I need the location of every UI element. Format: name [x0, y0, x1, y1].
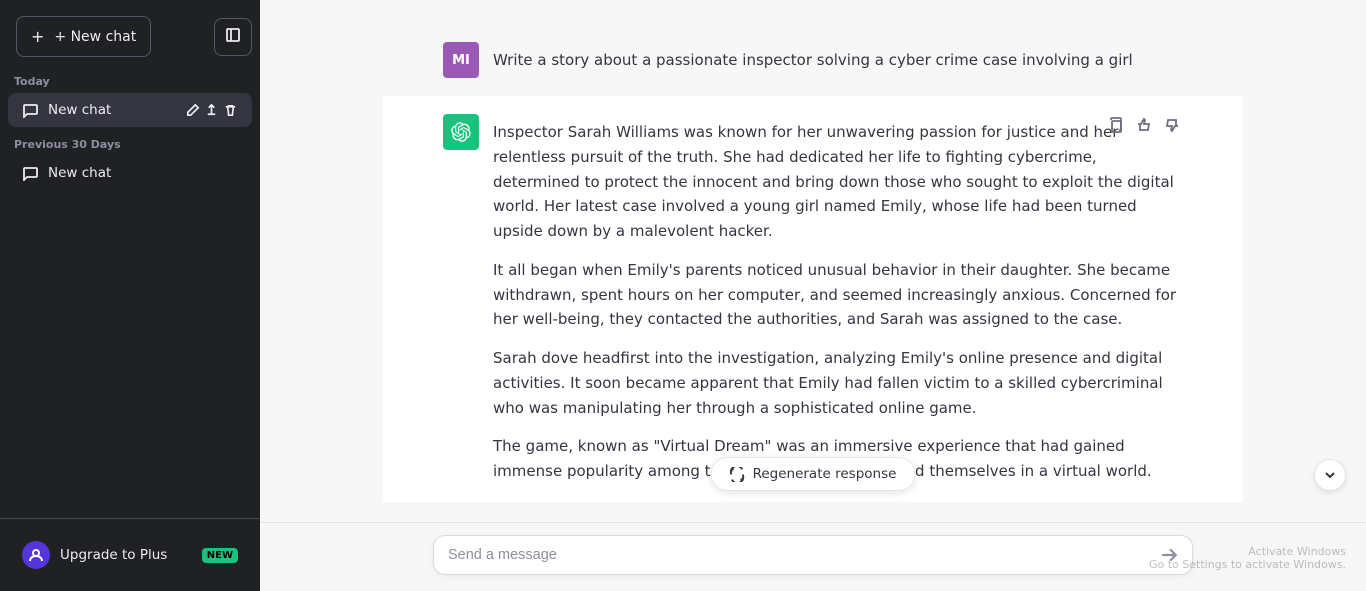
today-chat-label: New chat [48, 102, 175, 118]
new-chat-top-label: + New chat [54, 29, 136, 45]
regenerate-response-bubble[interactable]: Regenerate response [711, 457, 916, 491]
upgrade-label: Upgrade to Plus [60, 547, 167, 563]
sidebar-item-today-chat[interactable]: New chat [8, 93, 252, 127]
scroll-down-button[interactable] [1314, 459, 1346, 491]
sidebar-toggle-button[interactable] [214, 18, 252, 56]
share-icon[interactable] [204, 103, 219, 118]
send-icon [1160, 546, 1178, 564]
chat-icon-prev [22, 165, 38, 181]
main-chat: MI Write a story about a passionate insp… [260, 0, 1366, 591]
user-message-row: MI Write a story about a passionate insp… [383, 24, 1243, 96]
assistant-para-3: Sarah dove headfirst into the investigat… [493, 346, 1183, 420]
new-chat-top-button[interactable]: + + New chat [16, 16, 151, 57]
delete-icon[interactable] [223, 103, 238, 118]
plus-icon: + [31, 27, 44, 46]
thumbs-up-button[interactable] [1133, 114, 1155, 139]
today-label: Today [0, 65, 260, 92]
chat-icon [22, 102, 38, 118]
input-area [260, 522, 1366, 591]
prev-chat-label: New chat [48, 165, 238, 181]
assistant-avatar [443, 114, 479, 150]
assistant-para-2: It all began when Emily's parents notice… [493, 258, 1183, 332]
sidebar-icon [225, 27, 241, 43]
new-badge: NEW [202, 548, 238, 563]
user-avatar-icon [22, 541, 50, 569]
message-actions [1105, 114, 1183, 139]
chatgpt-icon [451, 122, 471, 142]
assistant-message-row: Inspector Sarah Williams was known for h… [383, 96, 1243, 502]
messages-container: MI Write a story about a passionate insp… [260, 0, 1366, 591]
user-message-text: Write a story about a passionate inspect… [493, 48, 1183, 73]
user-message-content: Write a story about a passionate inspect… [493, 42, 1183, 78]
previous-label: Previous 30 Days [0, 128, 260, 155]
send-button[interactable] [1160, 546, 1178, 564]
thumbs-up-icon [1136, 117, 1152, 133]
sidebar-bottom: Upgrade to Plus NEW [0, 518, 260, 591]
chat-item-actions [185, 103, 238, 118]
assistant-para-1: Inspector Sarah Williams was known for h… [493, 120, 1183, 244]
input-box [433, 535, 1193, 575]
copy-button[interactable] [1105, 114, 1127, 139]
user-icon [29, 548, 43, 562]
edit-icon[interactable] [185, 103, 200, 118]
thumbs-down-icon [1164, 117, 1180, 133]
send-message-input[interactable] [448, 547, 1160, 563]
sidebar: + + New chat Today New chat [0, 0, 260, 591]
copy-icon [1108, 117, 1124, 133]
user-avatar: MI [443, 42, 479, 78]
refresh-icon [730, 467, 745, 482]
chevron-down-icon [1322, 467, 1338, 483]
sidebar-item-prev-chat[interactable]: New chat [8, 156, 252, 190]
thumbs-down-button[interactable] [1161, 114, 1183, 139]
assistant-message-content: Inspector Sarah Williams was known for h… [493, 114, 1183, 484]
upgrade-button[interactable]: Upgrade to Plus NEW [8, 531, 252, 579]
regenerate-label: Regenerate response [753, 466, 897, 482]
